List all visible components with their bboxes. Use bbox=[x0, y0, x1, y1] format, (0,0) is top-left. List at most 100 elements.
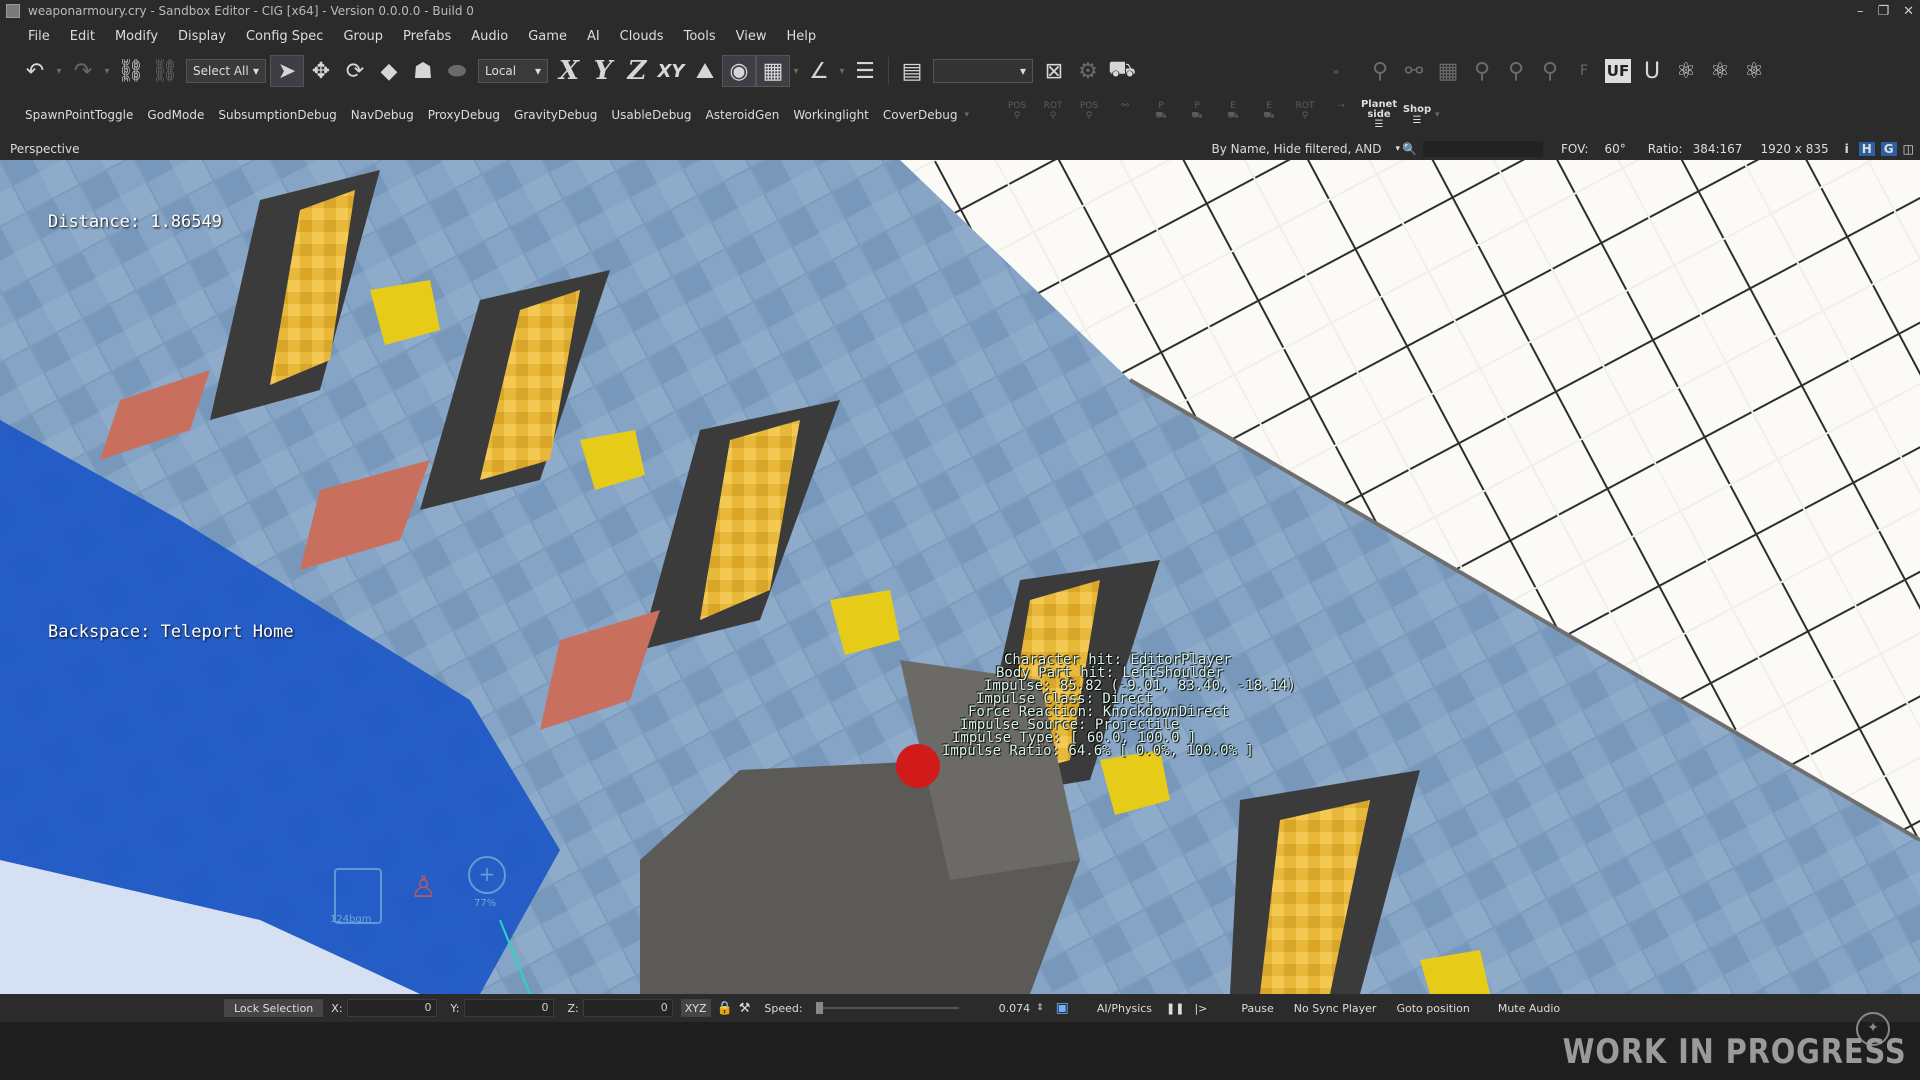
axis-y-button[interactable]: Y bbox=[586, 55, 620, 87]
vehicle-icon[interactable]: ⛟ bbox=[1105, 55, 1139, 87]
angle-dropdown-icon[interactable]: ▾ bbox=[836, 55, 848, 87]
undo-icon[interactable]: ↶ bbox=[18, 55, 52, 87]
camera-icon[interactable]: G bbox=[1880, 142, 1897, 156]
y-coord-field[interactable]: 0 bbox=[463, 999, 554, 1017]
step-icon[interactable]: |> bbox=[1194, 1002, 1207, 1015]
material-icon[interactable]: ⊠ bbox=[1037, 55, 1071, 87]
move-icon[interactable]: ✥ bbox=[304, 55, 338, 87]
goto-position-button[interactable]: Goto position bbox=[1386, 997, 1479, 1019]
layer-dropdown[interactable]: ▾ bbox=[933, 59, 1033, 83]
redo-dropdown-icon[interactable]: ▾ bbox=[100, 55, 114, 87]
minimize-icon[interactable]: – bbox=[1857, 4, 1864, 19]
shop-button[interactable]: Shop ☰ bbox=[1399, 104, 1435, 126]
x-coord-field[interactable]: 0 bbox=[346, 999, 437, 1017]
menu-modify[interactable]: Modify bbox=[105, 29, 168, 44]
usabledebug-button[interactable]: UsableDebug bbox=[604, 108, 698, 122]
coord-space-dropdown[interactable]: Local ▾ bbox=[478, 59, 548, 83]
menu-help[interactable]: Help bbox=[776, 29, 826, 44]
link-icon[interactable]: ⛓ bbox=[114, 55, 148, 87]
menu-ai[interactable]: AI bbox=[577, 29, 610, 44]
viewport-mode[interactable]: Perspective bbox=[10, 142, 80, 156]
search-input[interactable] bbox=[1423, 141, 1544, 157]
terrain-snap-icon[interactable]: ⛰ bbox=[688, 55, 722, 87]
no-sync-player-button[interactable]: No Sync Player bbox=[1284, 997, 1387, 1019]
axis-xy-button[interactable]: XY bbox=[654, 55, 688, 87]
atom-settings-icon[interactable]: ⚛ bbox=[1703, 55, 1737, 87]
speed-stepper-icon[interactable]: ⇕ bbox=[1036, 1003, 1044, 1013]
xyz-button[interactable]: XYZ bbox=[680, 999, 711, 1017]
grid-icon[interactable]: ▦ bbox=[756, 55, 790, 87]
fov-value[interactable]: 60° bbox=[1604, 142, 1625, 156]
pause-button[interactable]: Pause bbox=[1231, 997, 1283, 1019]
helpers-icon[interactable]: H bbox=[1858, 142, 1875, 156]
redo-icon[interactable]: ↷ bbox=[66, 55, 100, 87]
physics-icon[interactable]: ⚙ bbox=[1071, 55, 1105, 87]
menu-config-spec[interactable]: Config Spec bbox=[236, 29, 334, 44]
z-coord-field[interactable]: 0 bbox=[582, 999, 673, 1017]
subsumptiondebug-button[interactable]: SubsumptionDebug bbox=[211, 108, 343, 122]
speed-slider-handle[interactable] bbox=[815, 1002, 823, 1014]
debug-toolbar-expand-icon[interactable]: ▾ bbox=[965, 110, 970, 120]
godmode-button[interactable]: GodMode bbox=[140, 108, 211, 122]
unlink-icon[interactable]: ⛓ bbox=[148, 55, 182, 87]
planetside-button[interactable]: Planet side ☰ bbox=[1359, 100, 1399, 130]
proxydebug-button[interactable]: ProxyDebug bbox=[421, 108, 507, 122]
speed-slider[interactable] bbox=[815, 1002, 959, 1014]
rotate-icon[interactable]: ⟳ bbox=[338, 55, 372, 87]
planet-expand-icon[interactable]: ▾ bbox=[1435, 110, 1440, 120]
tools-icon[interactable]: ⚒ bbox=[739, 1001, 751, 1016]
character-icon[interactable]: ☗ bbox=[406, 55, 440, 87]
lock-icon[interactable]: 🔒 bbox=[717, 1001, 733, 1016]
3d-viewport[interactable]: Distance: 1.86549 Backspace: Teleport Ho… bbox=[0, 160, 1920, 994]
spawnpointtoggle-button[interactable]: SpawnPointToggle bbox=[18, 108, 140, 122]
workinglight-button[interactable]: Workinglight bbox=[786, 108, 876, 122]
atom-alt-icon[interactable]: ⚛ bbox=[1737, 55, 1771, 87]
menu-file[interactable]: File bbox=[0, 29, 60, 44]
ratio-value[interactable]: 384:167 bbox=[1693, 142, 1743, 156]
navdebug-button[interactable]: NavDebug bbox=[344, 108, 421, 122]
maximize-viewport-icon[interactable]: ◫ bbox=[1903, 142, 1914, 156]
camera-sync-icon[interactable]: ▣ bbox=[1056, 1000, 1069, 1016]
menu-group[interactable]: Group bbox=[333, 29, 393, 44]
ghost-tool-icon: ⚲ bbox=[1371, 58, 1389, 84]
select-mode-dropdown[interactable]: Select All ▾ bbox=[186, 59, 266, 83]
filter-dropdown-icon[interactable]: ▾ bbox=[1396, 144, 1401, 154]
info-icon[interactable]: i bbox=[1845, 142, 1849, 156]
close-icon[interactable]: ✕ bbox=[1903, 4, 1914, 19]
toolbar-expand-icon[interactable]: » bbox=[1329, 55, 1343, 87]
menu-game[interactable]: Game bbox=[518, 29, 577, 44]
menu-view[interactable]: View bbox=[726, 29, 777, 44]
grid-dropdown-icon[interactable]: ▾ bbox=[790, 55, 802, 87]
uf-button[interactable]: UF bbox=[1605, 59, 1631, 83]
select-arrow-icon[interactable]: ➤ bbox=[270, 55, 304, 87]
menu-clouds[interactable]: Clouds bbox=[610, 29, 674, 44]
lock-selection-button[interactable]: Lock Selection bbox=[224, 999, 324, 1017]
menu-tools[interactable]: Tools bbox=[674, 29, 726, 44]
pause-icon[interactable]: ❚❚ bbox=[1166, 1002, 1184, 1015]
axis-z-button[interactable]: Z bbox=[620, 55, 654, 87]
axis-x-button[interactable]: X bbox=[552, 55, 586, 87]
asteroidgen-button[interactable]: AsteroidGen bbox=[699, 108, 787, 122]
resolution-value[interactable]: 1920 x 835 bbox=[1760, 142, 1828, 156]
ghost-tool-link: ⇢ bbox=[1337, 101, 1345, 111]
restore-icon[interactable]: ❐ bbox=[1877, 4, 1889, 19]
menu-display[interactable]: Display bbox=[168, 29, 236, 44]
align-icon[interactable]: ☰ bbox=[848, 55, 882, 87]
menu-edit[interactable]: Edit bbox=[60, 29, 105, 44]
mute-audio-button[interactable]: Mute Audio bbox=[1488, 997, 1570, 1019]
scale-icon[interactable]: ◆ bbox=[372, 55, 406, 87]
atom-icon[interactable]: ⚛ bbox=[1669, 55, 1703, 87]
menu-prefabs[interactable]: Prefabs bbox=[393, 29, 461, 44]
undo-dropdown-icon[interactable]: ▾ bbox=[52, 55, 66, 87]
coverdebug-button[interactable]: CoverDebug bbox=[876, 108, 965, 122]
ai-physics-button[interactable]: AI/Physics bbox=[1087, 997, 1162, 1019]
gravitydebug-button[interactable]: GravityDebug bbox=[507, 108, 604, 122]
angle-snap-icon[interactable]: ∠ bbox=[802, 55, 836, 87]
view-icon[interactable]: ◉ bbox=[722, 55, 756, 87]
magnet-icon[interactable]: Ս bbox=[1635, 55, 1669, 87]
layer-icon[interactable]: ▤ bbox=[895, 55, 929, 87]
speed-value[interactable]: 0.074 bbox=[999, 1002, 1031, 1015]
ghost-tool-icon: ▦ bbox=[1437, 58, 1459, 84]
terrain-icon[interactable]: ⬬ bbox=[440, 55, 474, 87]
menu-audio[interactable]: Audio bbox=[461, 29, 518, 44]
